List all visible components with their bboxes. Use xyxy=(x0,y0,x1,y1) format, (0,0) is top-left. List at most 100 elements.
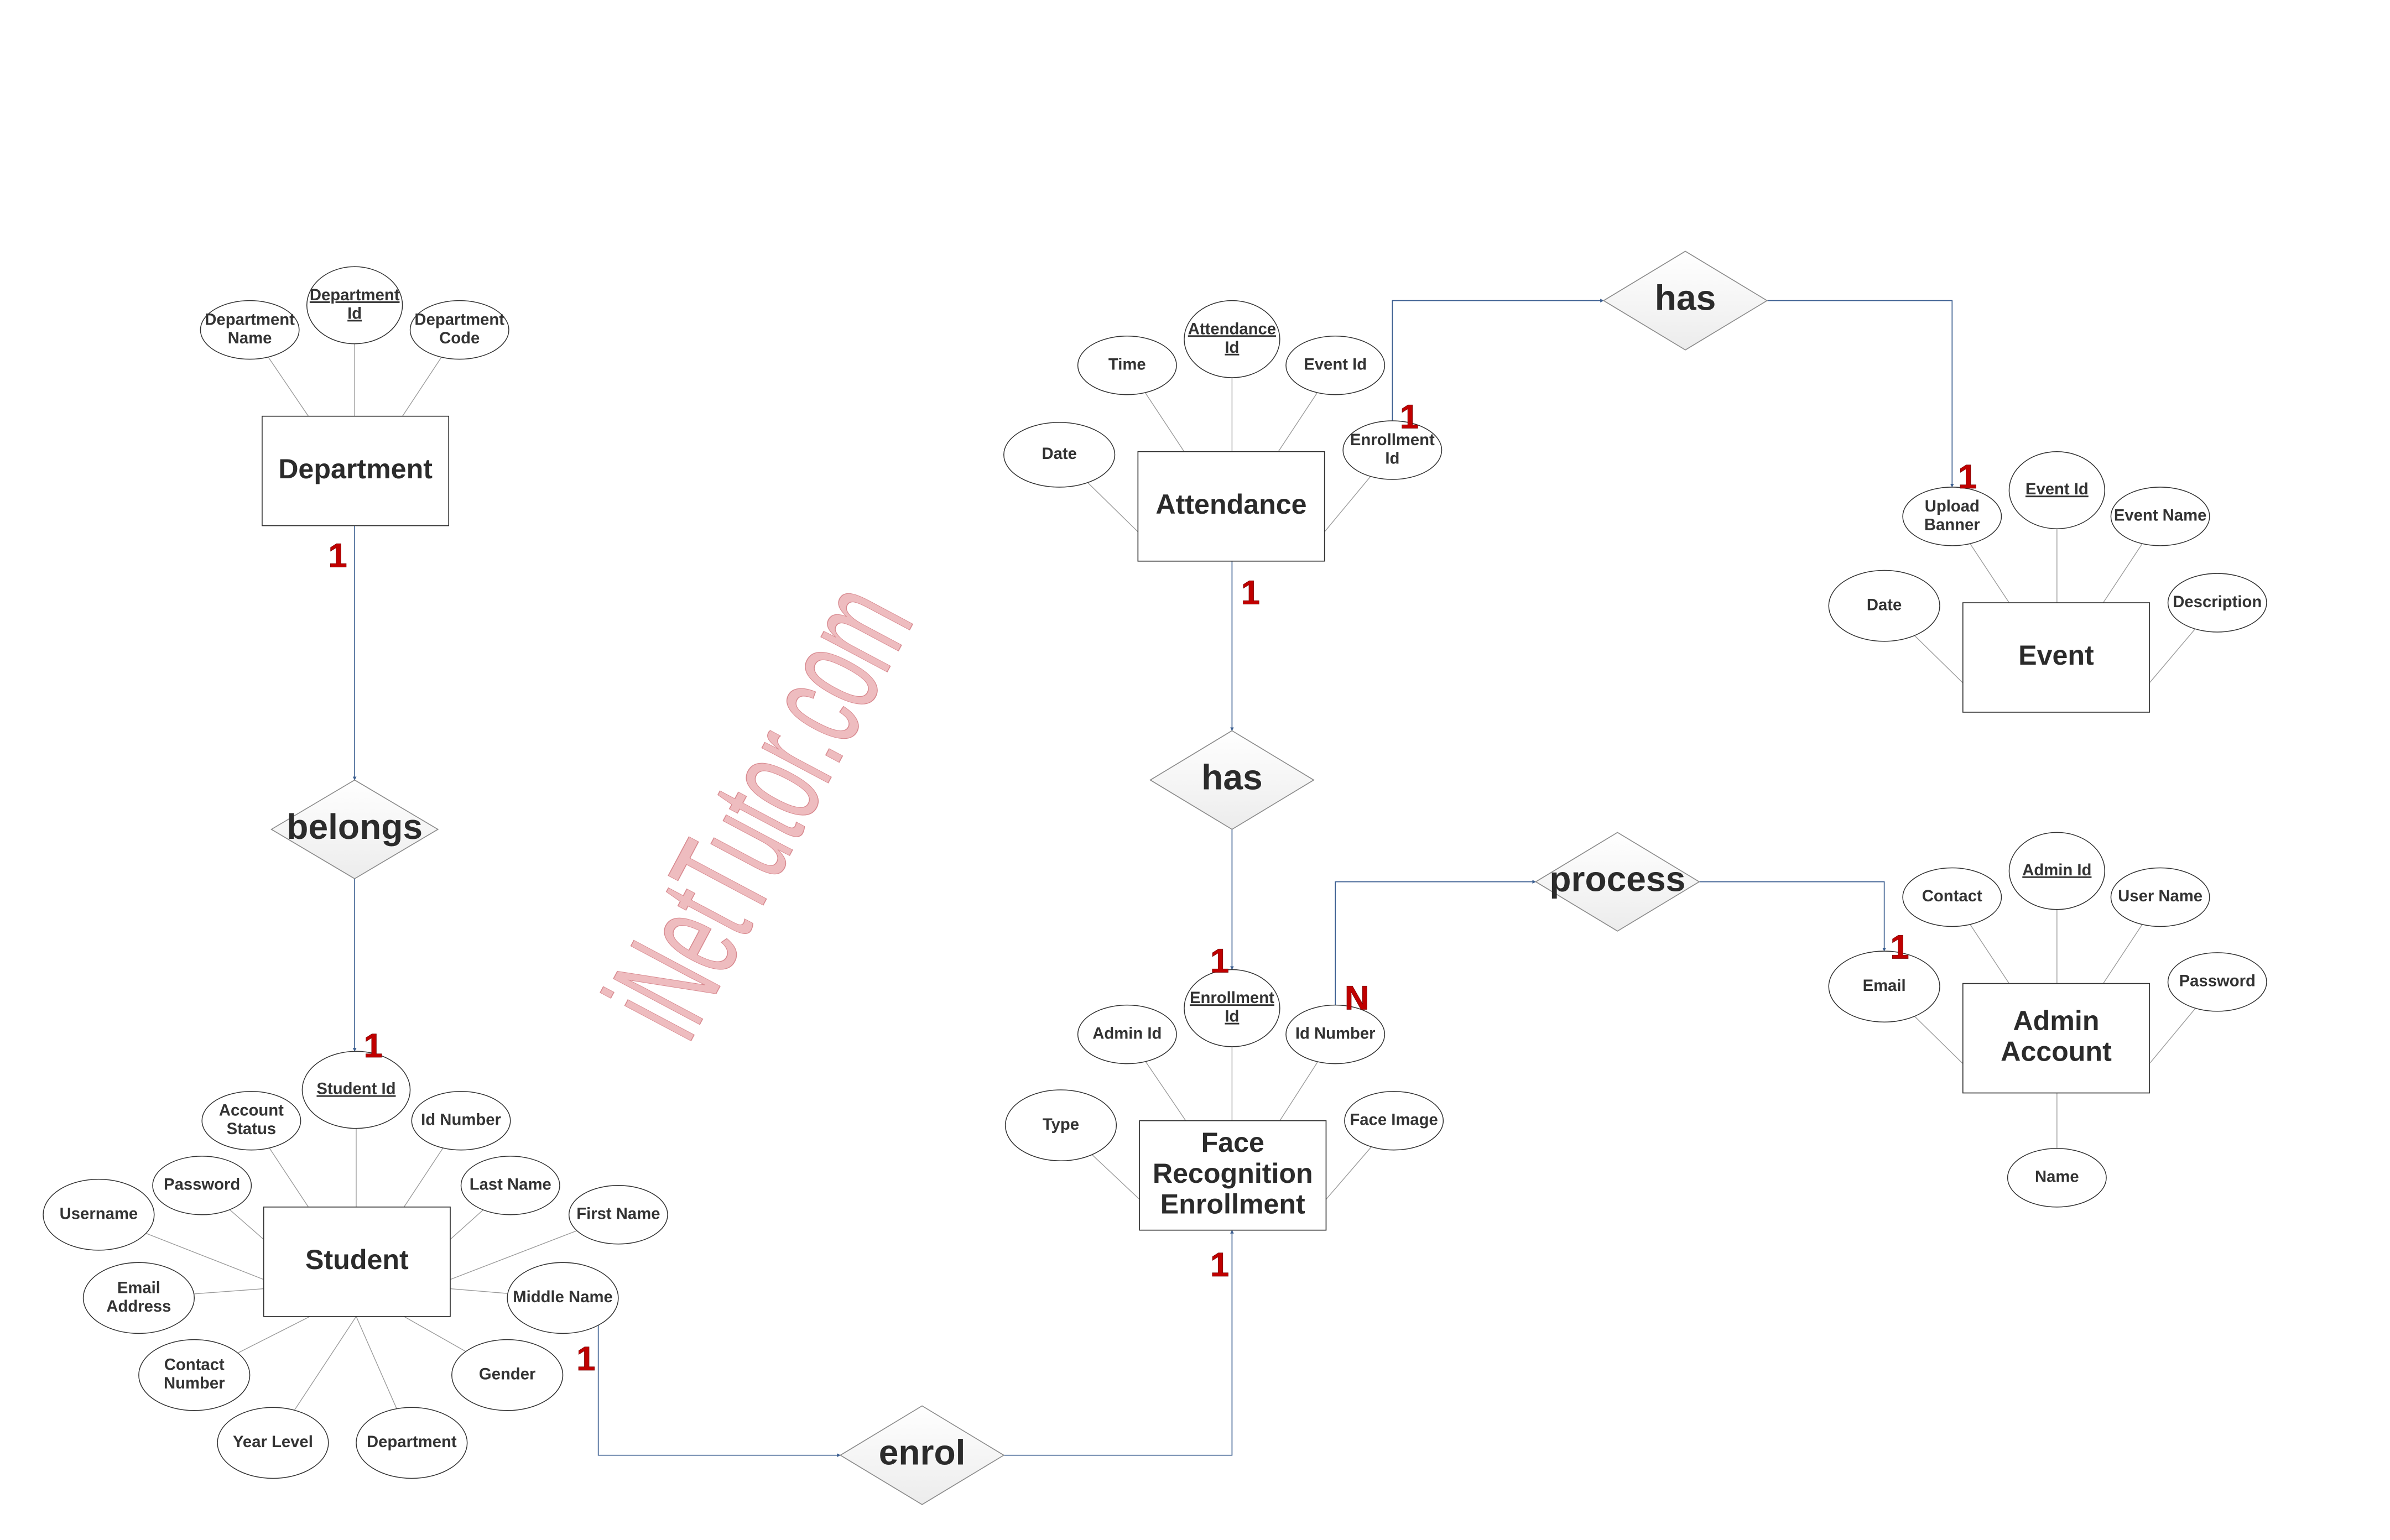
attribute-face-recognition-enrollment-face-image[interactable]: Face Image xyxy=(1344,1090,1444,1151)
attribute-student-contact-number[interactable]: Contact Number xyxy=(138,1339,251,1411)
attribute-link xyxy=(1087,482,1138,533)
attribute-student-year-level[interactable]: Year Level xyxy=(217,1407,329,1479)
attribute-face-recognition-enrollment-admin-id[interactable]: Admin Id xyxy=(1077,1004,1177,1064)
relationship-label: has xyxy=(1201,758,1262,797)
attribute-link xyxy=(269,1147,309,1208)
attribute-link xyxy=(356,1316,397,1409)
relationship-process[interactable]: process xyxy=(1534,832,1700,932)
attribute-label: Event Name xyxy=(2114,507,2207,525)
attribute-student-student-id[interactable]: Student Id xyxy=(301,1051,411,1129)
entity-event[interactable]: Event Id Upload Banner Event Name Date Descri… xyxy=(1828,451,2267,713)
attribute-label: Year Level xyxy=(233,1433,313,1451)
attribute-label: Date xyxy=(1867,596,1902,614)
attribute-label: Name xyxy=(2035,1168,2079,1186)
attribute-label: User Name xyxy=(2118,888,2202,905)
entity-attendance[interactable]: Attendance Id Time Event Id Date Enrollment Id… xyxy=(1003,300,1443,562)
cardinality-process-from: N xyxy=(1345,978,1369,1016)
attribute-admin-account-contact[interactable]: Contact xyxy=(1902,867,2002,927)
attribute-event-date[interactable]: Date xyxy=(1828,570,1940,642)
attribute-link xyxy=(194,1288,264,1294)
attribute-admin-account-password[interactable]: Password xyxy=(2167,952,2267,1012)
attribute-department-department-id[interactable]: Department Id xyxy=(306,266,403,344)
entity-label: Department xyxy=(278,453,433,484)
attribute-student-username[interactable]: Username xyxy=(43,1178,155,1251)
relationship-belongs[interactable]: belongs xyxy=(270,779,439,880)
attribute-admin-account-name[interactable]: Name xyxy=(2007,1148,2107,1208)
attribute-student-password[interactable]: Password xyxy=(152,1156,252,1215)
attribute-event-event-name[interactable]: Event Name xyxy=(2110,487,2210,546)
attribute-student-id-number[interactable]: Id Number xyxy=(411,1090,511,1151)
relationship-has-attendance-event[interactable]: has xyxy=(1602,250,1768,351)
attribute-student-department[interactable]: Department xyxy=(356,1407,468,1479)
attribute-face-recognition-enrollment-id-number[interactable]: Id Number xyxy=(1285,1004,1386,1064)
attribute-attendance-date[interactable]: Date xyxy=(1003,422,1116,488)
cardinality-has-attendance-enrollment-from: 1 xyxy=(1241,573,1260,611)
watermark-text: iNetTutor.com xyxy=(575,559,941,1059)
attribute-admin-account-admin-id[interactable]: Admin Id xyxy=(2008,832,2106,910)
attribute-student-last-name[interactable]: Last Name xyxy=(460,1156,560,1215)
relationship-label: enrol xyxy=(879,1433,966,1473)
relationship-enrol[interactable]: enrol xyxy=(839,1405,1005,1505)
attribute-attendance-enrollment-id[interactable]: Enrollment Id xyxy=(1342,420,1443,480)
attribute-attendance-attendance-id[interactable]: Attendance Id xyxy=(1184,300,1280,378)
primary-key-label: Event Id xyxy=(2025,481,2089,498)
relationship-has-attendance-enrollment[interactable]: has xyxy=(1149,730,1315,830)
attribute-student-email-address[interactable]: Email Address xyxy=(82,1262,195,1334)
cardinality-belongs-to: 1 xyxy=(364,1026,383,1064)
attribute-link xyxy=(229,1209,264,1240)
attribute-link xyxy=(1278,392,1318,452)
primary-key-label: Admin Id xyxy=(2022,862,2091,879)
attribute-admin-account-user-name[interactable]: User Name xyxy=(2110,867,2210,927)
entity-admin-account[interactable]: Admin Id Contact User Name Email Password Nam… xyxy=(1828,832,2267,1208)
attribute-link xyxy=(237,1316,310,1354)
attribute-label: Account Status xyxy=(219,1102,284,1138)
attribute-attendance-event-id[interactable]: Event Id xyxy=(1285,335,1386,395)
attribute-link xyxy=(1914,1016,1964,1064)
attribute-label: Password xyxy=(164,1176,240,1194)
relationship-label: process xyxy=(1549,859,1685,899)
attribute-link xyxy=(1144,392,1185,452)
attribute-student-account-status[interactable]: Account Status xyxy=(201,1090,301,1151)
attribute-student-first-name[interactable]: First Name xyxy=(568,1185,668,1245)
entity-label: Attendance xyxy=(1155,489,1306,520)
attribute-admin-account-email[interactable]: Email xyxy=(1828,951,1940,1023)
diagram-shapes: Department NameDepartment Id Department Code… xyxy=(43,250,2267,1505)
attribute-link xyxy=(1970,543,2010,603)
attribute-event-event-id[interactable]: Event Id xyxy=(2008,451,2106,529)
entity-student[interactable]: Student Id Account Status Id Number Password… xyxy=(43,1051,668,1479)
attribute-link xyxy=(1325,1146,1372,1200)
attribute-face-recognition-enrollment-type[interactable]: Type xyxy=(1004,1089,1117,1161)
attribute-student-middle-name[interactable]: Middle Name xyxy=(507,1262,619,1334)
attribute-link xyxy=(268,357,309,417)
attribute-face-recognition-enrollment-enrollment-id[interactable]: Enrollment Id xyxy=(1184,969,1280,1047)
attribute-label: Contact xyxy=(1922,888,1982,905)
attribute-link xyxy=(403,1147,444,1208)
cardinality-enrol-to: 1 xyxy=(1210,1245,1229,1283)
attribute-event-upload-banner[interactable]: Upload Banner xyxy=(1902,487,2002,546)
connector-has-attendance-event-out xyxy=(1767,300,1954,488)
attribute-link xyxy=(450,1288,508,1294)
attribute-label: Last Name xyxy=(470,1176,551,1194)
attribute-label: Upload Banner xyxy=(1924,498,1980,534)
attribute-link xyxy=(1970,924,2010,984)
cardinality-has-attendance-event-from: 1 xyxy=(1400,397,1419,435)
cardinality-has-attendance-enrollment-to: 1 xyxy=(1210,942,1229,980)
attribute-student-gender[interactable]: Gender xyxy=(451,1339,564,1411)
attribute-attendance-time[interactable]: Time xyxy=(1077,335,1177,395)
attribute-label: Event Id xyxy=(1304,356,1367,373)
attribute-link xyxy=(450,1209,483,1240)
attribute-department-department-name[interactable]: Department Name xyxy=(200,300,300,360)
relationship-label: belongs xyxy=(287,807,423,847)
connector-process-out xyxy=(1699,881,1886,952)
attribute-link xyxy=(1145,1061,1186,1121)
entity-face-recognition-enrollment[interactable]: Enrollment Id Admin Id Id Number Type Face Im… xyxy=(1004,969,1444,1231)
attribute-link xyxy=(1091,1154,1140,1200)
attribute-link xyxy=(1324,476,1371,533)
entity-label: Admin Account xyxy=(2001,1005,2112,1067)
connector-enrol-in xyxy=(597,1322,841,1458)
attribute-label: Email xyxy=(1863,977,1906,995)
attribute-event-description[interactable]: Description xyxy=(2167,573,2267,633)
relationship-label: has xyxy=(1655,278,1716,318)
attribute-department-department-code[interactable]: Department Code xyxy=(409,300,509,360)
connector-enrol-out xyxy=(1003,1230,1234,1456)
